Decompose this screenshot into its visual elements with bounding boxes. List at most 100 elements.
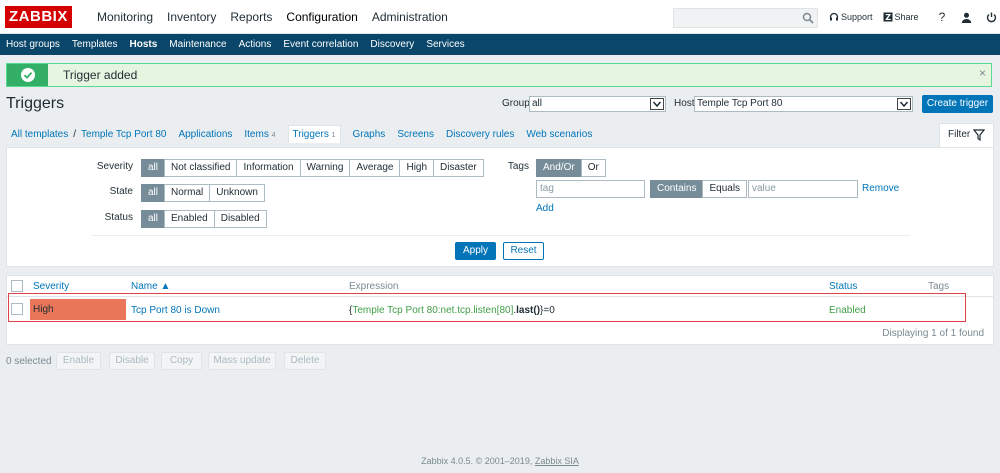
- highlight-box: [8, 293, 966, 322]
- group-label: Group: [502, 98, 530, 109]
- zabbix-logo[interactable]: ZABBIX: [5, 6, 72, 28]
- nav-graphs[interactable]: Graphs: [353, 129, 386, 140]
- severity-disaster[interactable]: Disaster: [433, 159, 484, 177]
- column-name[interactable]: Name ▲: [131, 281, 170, 292]
- top-header: ZABBIX Monitoring Inventory Reports Conf…: [0, 0, 1000, 34]
- reset-button[interactable]: Reset: [503, 242, 544, 260]
- tags-label: Tags: [507, 161, 529, 172]
- zabbix-sia-link[interactable]: Zabbix SIA: [535, 456, 579, 466]
- column-tags: Tags: [928, 281, 950, 292]
- success-message: Trigger added ×: [6, 63, 992, 87]
- create-trigger-button[interactable]: Create trigger: [922, 95, 993, 113]
- nav-discovery-rules[interactable]: Discovery rules: [446, 129, 514, 140]
- state-all[interactable]: all: [141, 184, 166, 202]
- submenu-discovery[interactable]: Discovery: [364, 34, 420, 55]
- close-message-icon[interactable]: ×: [979, 66, 986, 80]
- filter-tab[interactable]: Filter: [939, 123, 994, 148]
- severity-information[interactable]: Information: [236, 159, 301, 177]
- nav-screens[interactable]: Screens: [397, 129, 434, 140]
- remove-tag-link[interactable]: Remove: [862, 183, 899, 194]
- breadcrumb-separator: /: [73, 128, 77, 140]
- svg-text:Z: Z: [885, 13, 891, 22]
- column-status[interactable]: Status: [829, 281, 857, 292]
- severity-all[interactable]: all: [141, 159, 166, 177]
- search-input[interactable]: [673, 8, 818, 28]
- sign-out-icon[interactable]: [986, 12, 997, 23]
- delete-button[interactable]: Delete: [284, 352, 326, 370]
- copy-button[interactable]: Copy: [161, 352, 202, 370]
- host-select[interactable]: Temple Tcp Port 80: [694, 96, 913, 112]
- submenu-actions[interactable]: Actions: [233, 34, 278, 55]
- tag-operator-segmented: Contains Equals: [650, 180, 748, 198]
- state-unknown[interactable]: Unknown: [209, 184, 265, 202]
- add-tag-link[interactable]: Add: [536, 203, 554, 214]
- menu-administration[interactable]: Administration: [365, 0, 455, 34]
- disable-button[interactable]: Disable: [109, 352, 155, 370]
- column-severity[interactable]: Severity: [33, 281, 69, 292]
- support-link[interactable]: Support: [829, 12, 873, 22]
- main-menu: Monitoring Inventory Reports Configurati…: [90, 0, 455, 34]
- submenu-event-correlation[interactable]: Event correlation: [277, 34, 364, 55]
- column-expression: Expression: [349, 281, 399, 292]
- severity-label: Severity: [96, 161, 133, 172]
- menu-reports[interactable]: Reports: [223, 0, 279, 34]
- submenu-templates[interactable]: Templates: [66, 34, 124, 55]
- filter-icon: [973, 129, 985, 141]
- tags-mode-segmented: And/Or Or: [536, 159, 606, 177]
- headset-icon: [829, 12, 839, 21]
- status-label: Status: [104, 212, 133, 223]
- tags-mode-or[interactable]: Or: [580, 159, 606, 177]
- success-icon-box: [7, 64, 48, 86]
- severity-high[interactable]: High: [399, 159, 435, 177]
- mass-update-button[interactable]: Mass update: [208, 352, 276, 370]
- table-footer-count: Displaying 1 of 1 found: [882, 328, 984, 339]
- help-link[interactable]: ?: [939, 10, 946, 24]
- severity-warning[interactable]: Warning: [299, 159, 351, 177]
- operator-equals[interactable]: Equals: [702, 180, 748, 198]
- user-profile-icon[interactable]: [961, 12, 972, 23]
- nav-template[interactable]: Temple Tcp Port 80: [81, 129, 166, 140]
- nav-applications[interactable]: Applications: [178, 129, 232, 140]
- nav-items[interactable]: Items 4: [244, 129, 275, 140]
- submenu-host-groups[interactable]: Host groups: [0, 34, 66, 55]
- status-segmented: all Enabled Disabled: [141, 210, 267, 228]
- nav-web-scenarios[interactable]: Web scenarios: [526, 129, 592, 140]
- state-segmented: all Normal Unknown: [141, 184, 265, 202]
- filter-panel: Severity all Not classified Information …: [6, 147, 994, 267]
- submenu-hosts[interactable]: Hosts: [124, 34, 164, 55]
- message-text: Trigger added: [63, 68, 138, 82]
- page-footer: Zabbix 4.0.5. © 2001–2019, Zabbix SIA: [421, 456, 579, 466]
- nav-triggers[interactable]: Triggers 1: [287, 125, 341, 143]
- menu-configuration[interactable]: Configuration: [279, 0, 364, 34]
- status-all[interactable]: all: [141, 210, 166, 228]
- state-normal[interactable]: Normal: [164, 184, 211, 202]
- tags-mode-and-or[interactable]: And/Or: [536, 159, 582, 177]
- host-label: Host: [674, 98, 695, 109]
- chevron-down-icon: [650, 98, 664, 110]
- menu-inventory[interactable]: Inventory: [160, 0, 223, 34]
- severity-average[interactable]: Average: [349, 159, 401, 177]
- share-icon: Z: [883, 12, 893, 22]
- status-disabled[interactable]: Disabled: [213, 210, 267, 228]
- tag-name-input[interactable]: tag: [536, 180, 645, 198]
- status-enabled[interactable]: Enabled: [164, 210, 215, 228]
- apply-button[interactable]: Apply: [455, 242, 496, 260]
- select-all-checkbox[interactable]: [11, 280, 23, 292]
- operator-contains[interactable]: Contains: [650, 180, 704, 198]
- submenu-services[interactable]: Services: [420, 34, 470, 55]
- top-links: Support Z Share ?: [829, 0, 999, 34]
- share-link[interactable]: Z Share: [883, 12, 919, 22]
- check-circle-icon: [21, 68, 35, 82]
- group-select[interactable]: all: [529, 96, 666, 112]
- host-navigation: All templates / Temple Tcp Port 80 Appli…: [6, 124, 598, 144]
- menu-monitoring[interactable]: Monitoring: [90, 0, 160, 34]
- severity-not-classified[interactable]: Not classified: [164, 159, 238, 177]
- chevron-down-icon: [897, 98, 911, 110]
- submenu-maintenance[interactable]: Maintenance: [163, 34, 232, 55]
- page-title: Triggers: [6, 95, 65, 112]
- nav-all-templates[interactable]: All templates: [11, 129, 68, 140]
- search-icon[interactable]: [802, 12, 814, 24]
- selected-count: 0 selected: [6, 356, 52, 367]
- tag-value-input[interactable]: value: [748, 180, 858, 198]
- enable-button[interactable]: Enable: [56, 352, 101, 370]
